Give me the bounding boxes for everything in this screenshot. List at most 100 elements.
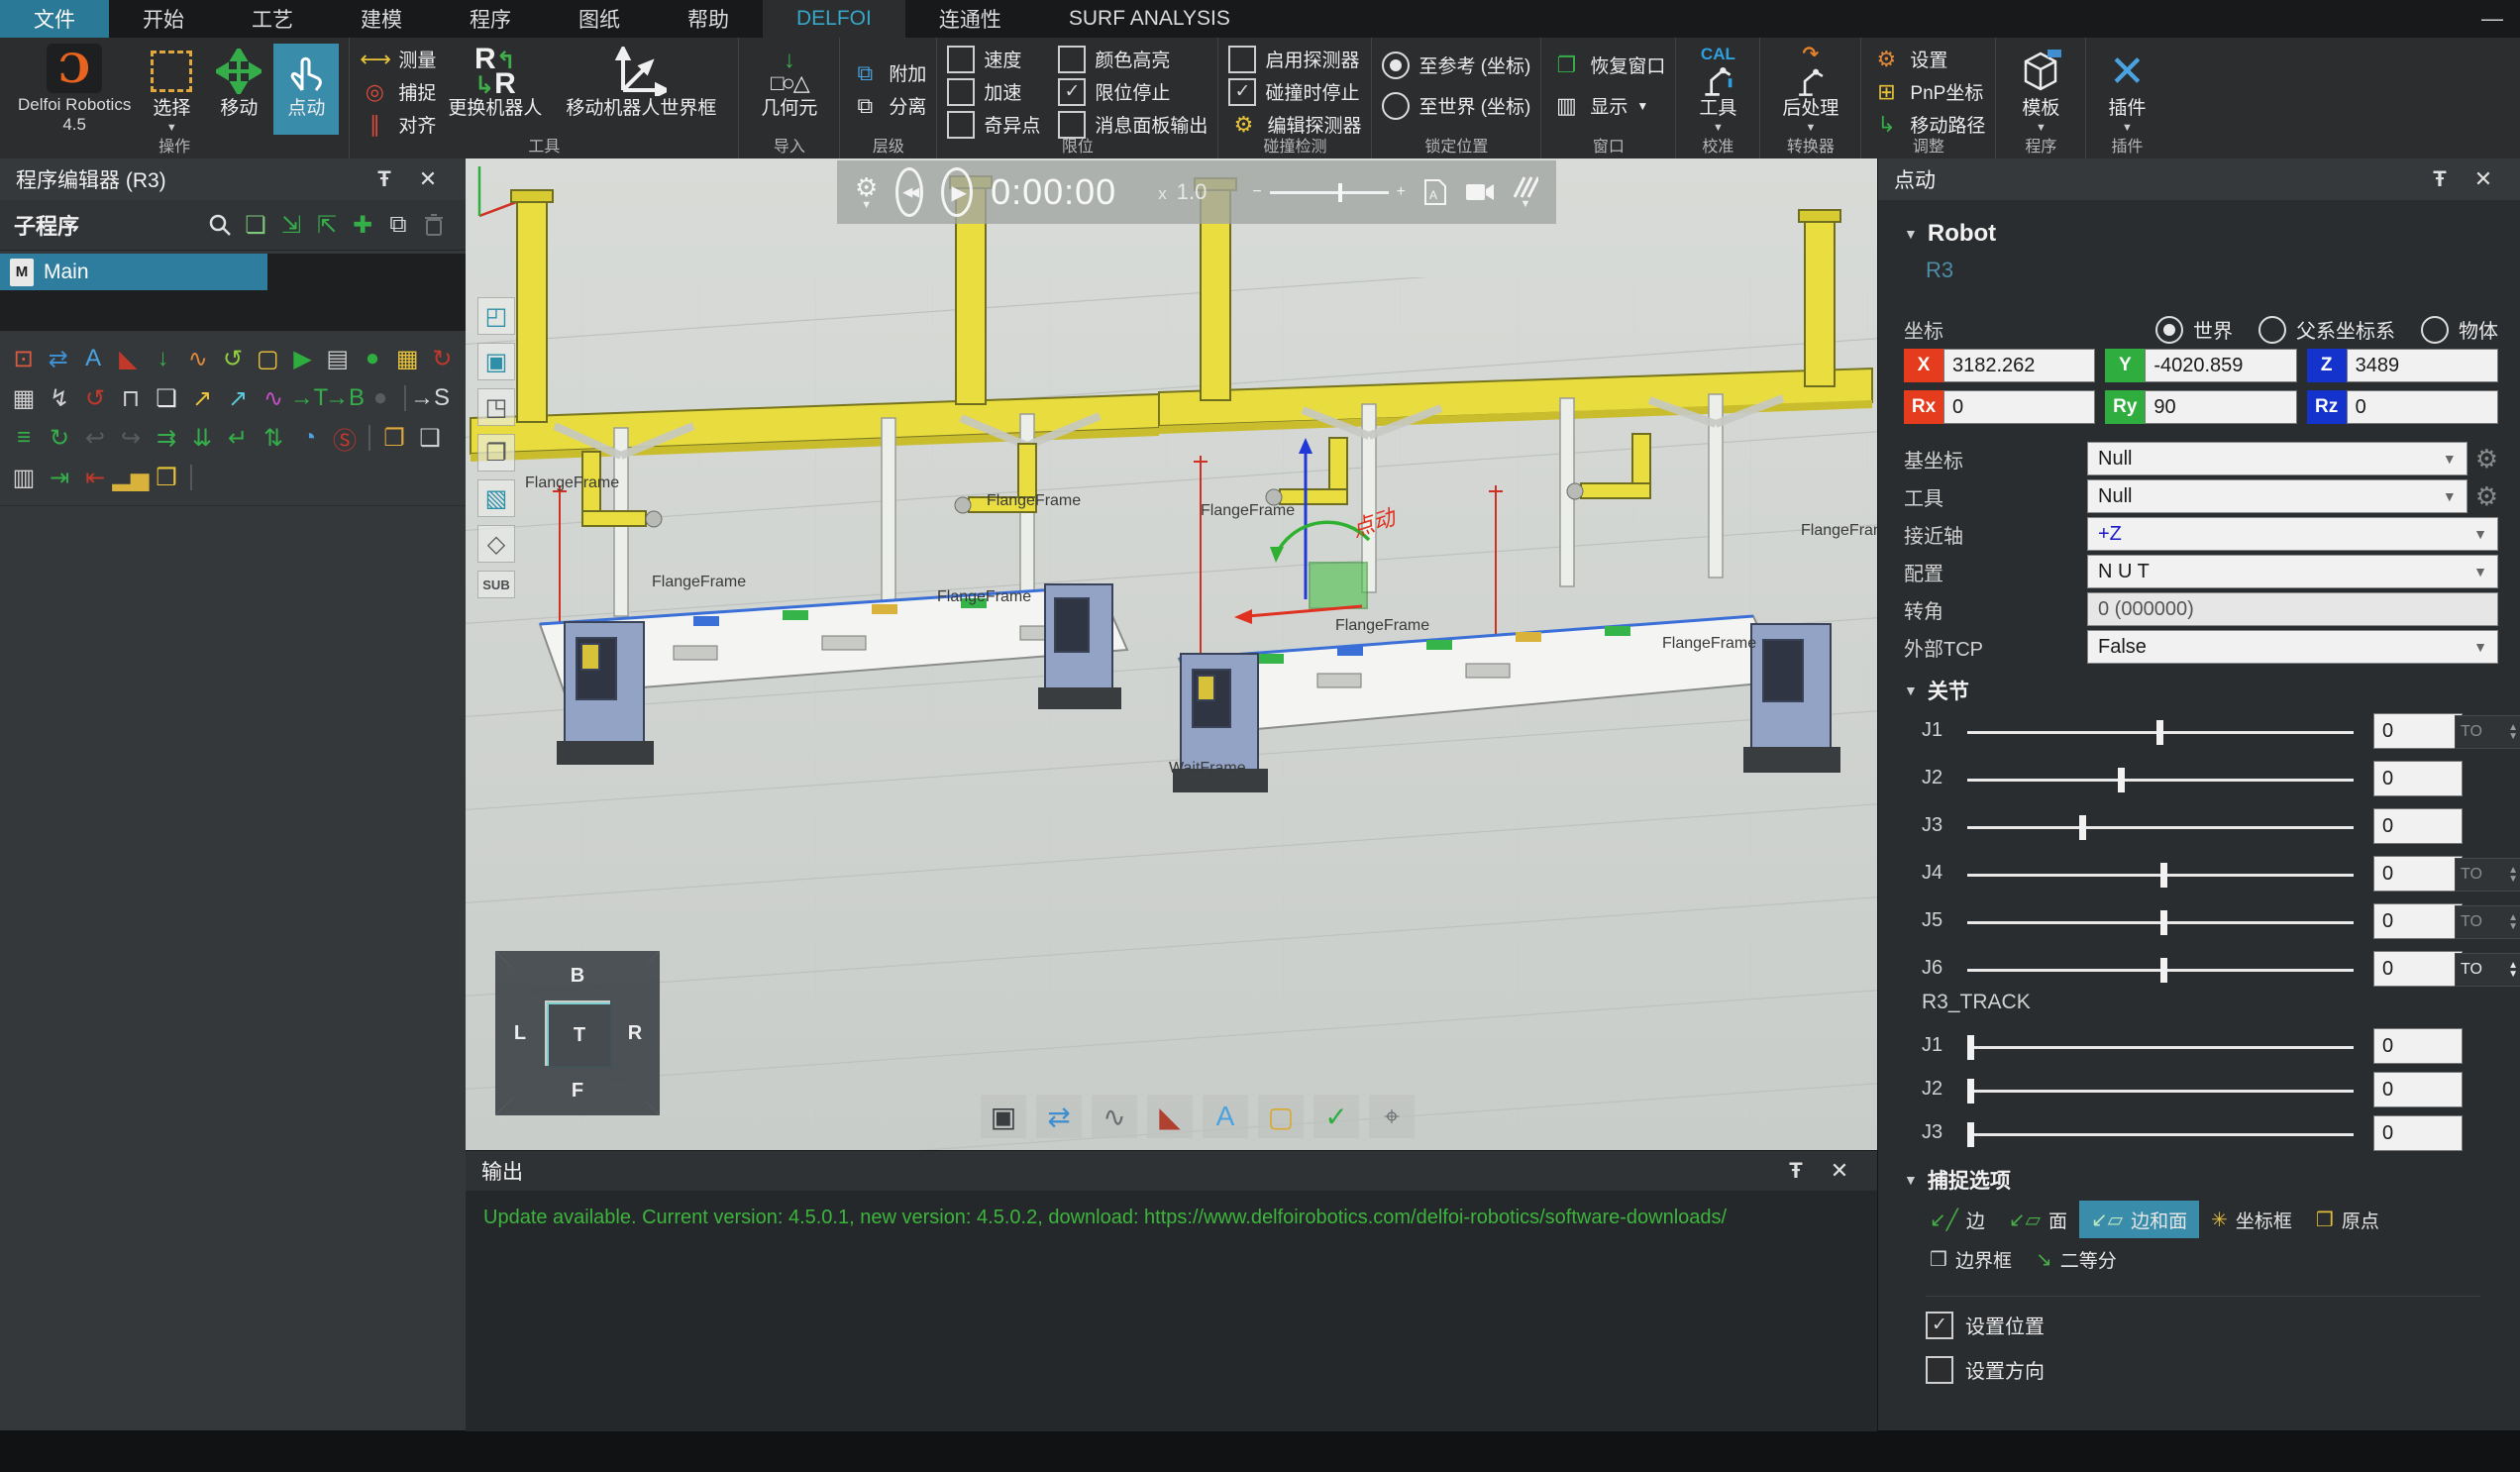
folder-stmt-icon[interactable]: ❏ [149,380,184,416]
3d-viewport[interactable]: 点动 FlangeFrame FlangeFrame FlangeFrame F… [466,158,1877,1150]
speed-minus-icon[interactable]: − [1252,183,1261,201]
jump-stmt-icon[interactable]: ↵ [220,420,256,456]
to-base-stmt-icon[interactable]: →B [327,380,363,416]
restore-window-button[interactable]: ❐ 恢复窗口 [1551,50,1665,80]
snap-edge-button[interactable]: ↙╱ 边 [1918,1201,1997,1238]
snap-frame-button[interactable]: ✳ 坐标框 [2199,1201,2304,1238]
color-highlight-checkbox[interactable]: 颜色高亮 [1058,44,1208,74]
goto-stmt-icon[interactable]: ↪ [113,420,149,456]
limit-stop-checkbox[interactable]: 限位停止 [1058,76,1208,107]
render-mode-icon[interactable]: ▼ [1513,175,1538,210]
stop-on-collision-checkbox[interactable]: 碰撞时停止 [1228,76,1361,107]
wait-stmt-icon[interactable]: ◔ [291,420,327,456]
joint-slider-j6[interactable] [1967,969,2354,972]
menu-tab-connectivity[interactable]: 连通性 [905,0,1035,38]
select-button[interactable]: 选择▼ [139,44,204,135]
joint-value-j2[interactable]: 0 [2373,761,2463,796]
else-stmt-icon[interactable]: ⇊ [184,420,220,456]
menu-tab-drawing[interactable]: 图纸 [545,0,654,38]
frame-display-icon[interactable]: ◇ [477,525,515,563]
approach-axis-select[interactable]: +Z▼ [2087,517,2498,551]
while-stmt-icon[interactable]: ↻ [42,420,77,456]
menu-tab-delfoi[interactable]: DELFOI [763,0,905,38]
rx-field[interactable]: Rx 0 [1904,390,2095,424]
z-field[interactable]: Z 3489 [2307,349,2498,382]
select-box-icon[interactable]: ▣ [477,343,515,380]
speed-slider[interactable] [1270,191,1389,194]
search-icon[interactable] [202,208,238,242]
joint-to-button-j4[interactable]: TO▲▼ [2455,858,2520,892]
chart-stmt-icon[interactable]: ▂▅ [113,460,149,495]
external-tcp-select[interactable]: False▼ [2087,630,2498,664]
turn-field[interactable]: 0 (000000) [2087,592,2498,626]
clipboard-stmt-icon[interactable]: ❐ [376,420,412,456]
track-value-j3[interactable]: 0 [2373,1115,2463,1151]
snap-bbox-button[interactable]: ❒ 边界框 [1918,1240,2024,1278]
settings-button[interactable]: ⚙ 设置 [1871,44,1985,74]
close-icon[interactable]: ✕ [406,166,450,192]
speed-checkbox[interactable]: 速度 [947,44,1040,74]
display-button[interactable]: ▥ 显示▼ [1551,90,1665,121]
robot-stmt-icon[interactable]: ⊡ [6,341,41,376]
tool-select[interactable]: Null▼ [2087,479,2468,513]
add-routine-icon[interactable]: ✚ [345,208,380,242]
plugin-button[interactable]: ✕ 插件▼ [2096,44,2157,135]
snap-bisect-button[interactable]: ↘ 二等分 [2024,1240,2129,1278]
minimize-ribbon-icon[interactable]: — [2465,0,2520,38]
joint-slider-j4[interactable] [1967,874,2354,877]
track-value-j2[interactable]: 0 [2373,1072,2463,1107]
calibration-tool-button[interactable]: CAL 工具▼ [1686,44,1749,135]
sub-call-stmt-icon[interactable]: →S [412,380,448,416]
joint-to-button-j5[interactable]: TO▲▼ [2455,905,2520,939]
if-stmt-icon[interactable]: ⇉ [149,420,184,456]
jog-button[interactable]: 点动 [273,44,339,135]
conveyor-stmt-icon[interactable]: ▦ [390,341,425,376]
measure-button[interactable]: ⟷ 测量 [360,44,436,74]
accel-checkbox[interactable]: 加速 [947,76,1040,107]
play-button[interactable]: ▶ [941,167,973,217]
to-world-radio[interactable]: 至世界 (坐标) [1382,90,1530,121]
track-slider-j3[interactable] [1967,1133,2354,1136]
sync-stmt-icon[interactable]: ⇅ [256,420,291,456]
geometry-button[interactable]: ↓□○△ 几何元 [749,44,829,135]
rz-field[interactable]: Rz 0 [2307,390,2498,424]
circular-stmt-icon[interactable]: ↺ [215,341,250,376]
joint-slider-j5[interactable] [1967,921,2354,924]
joint-value-j4[interactable]: 0 [2373,856,2463,892]
snap-origin-button[interactable]: ❒ 原点 [2304,1201,2391,1238]
record-video-icon[interactable] [1465,182,1495,202]
joint-value-j1[interactable]: 0 [2373,713,2463,749]
assign-stmt-icon[interactable]: ≡ [6,420,42,456]
path-points-icon[interactable]: ∿ [1092,1095,1137,1138]
move-button[interactable]: 移动 [204,44,273,135]
pallet-stmt-icon[interactable]: ❒ [149,460,184,495]
play-stmt-icon[interactable]: ▶ [285,341,320,376]
tree-item-main[interactable]: M Main [0,254,267,290]
pin-icon[interactable]: Ŧ [2418,166,2462,192]
close-icon[interactable]: ✕ [2462,166,2505,192]
export-routine-icon[interactable]: ⇱ [309,208,345,242]
pin-icon[interactable]: Ŧ [1774,1158,1818,1184]
frame-select-icon[interactable]: ▢ [1258,1095,1304,1138]
menu-tab-surf-analysis[interactable]: SURF ANALYSIS [1035,0,1264,38]
menu-tab-home[interactable]: 开始 [109,0,218,38]
frame-stmt-icon[interactable]: ▢ [251,341,285,376]
spline-stmt-icon[interactable]: ∿ [180,341,215,376]
return-stmt-icon[interactable]: ↩ [77,420,113,456]
rotate-stmt-icon[interactable]: ↻ [425,341,460,376]
template-button[interactable]: 模板▼ [2006,44,2075,135]
base-frame-gear-icon[interactable]: ⚙ [2475,444,2498,474]
joint-slider-j2[interactable] [1967,779,2354,782]
joint-value-j6[interactable]: 0 [2373,951,2463,987]
menu-tab-process[interactable]: 工艺 [218,0,327,38]
menu-tab-file[interactable]: 文件 [0,0,109,38]
sub-view-button[interactable]: SUB [477,571,515,598]
coord-world-radio[interactable]: 世界 [2155,315,2233,344]
section-icon[interactable]: ▧ [477,479,515,517]
approach-stmt-icon[interactable]: ↗ [220,380,256,416]
speed-plus-icon[interactable]: + [1397,183,1406,201]
copy-routine-icon[interactable]: ⧉ [380,208,416,242]
joint-slider-j3[interactable] [1967,826,2354,829]
annotation-icon[interactable]: A [1203,1095,1248,1138]
swap-view-icon[interactable]: ⇄ [1036,1095,1082,1138]
